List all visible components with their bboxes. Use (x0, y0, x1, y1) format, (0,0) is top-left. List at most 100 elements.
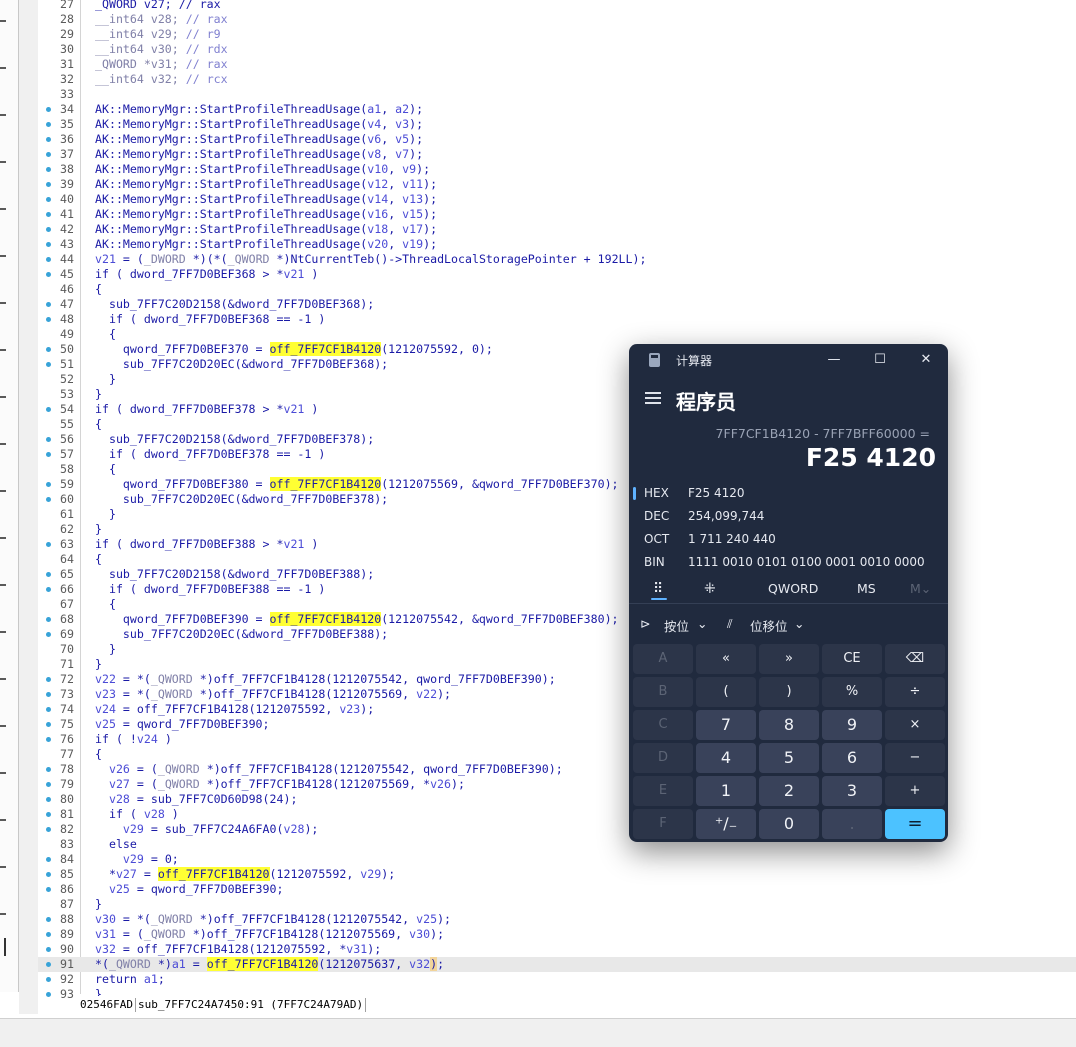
code-text: } (95, 372, 116, 386)
code-text: AK::MemoryMgr::StartProfileThreadUsage(v… (95, 207, 438, 221)
add-key[interactable]: + (885, 776, 945, 806)
code-line[interactable]: 38 AK::MemoryMgr::StartProfileThreadUsage… (38, 162, 1076, 177)
bit-toggle-keypad-icon[interactable]: ⁜ (704, 581, 716, 597)
code-line[interactable]: 46 { (38, 282, 1076, 297)
code-line[interactable]: 42 AK::MemoryMgr::StartProfileThreadUsage… (38, 222, 1076, 237)
clear-entry-key[interactable]: CE (822, 644, 882, 674)
line-number: 68 (60, 612, 74, 626)
code-line[interactable]: 28 __int64 v28; // rax (38, 12, 1076, 27)
code-line[interactable]: 40 AK::MemoryMgr::StartProfileThreadUsage… (38, 192, 1076, 207)
backspace-key[interactable]: ⌫ (885, 644, 945, 674)
code-text: sub_7FF7C20D2158(&dword_7FF7D0BEF388); (95, 567, 375, 581)
key-2[interactable]: 2 (759, 776, 819, 806)
calculator-window[interactable]: 计算器 — ☐ ✕ 程序员 7FF7CF1B4120 - 7FF7BFF6000… (629, 344, 948, 842)
key-7[interactable]: 7 (696, 710, 756, 740)
code-line[interactable]: 34 AK::MemoryMgr::StartProfileThreadUsage… (38, 102, 1076, 117)
radix-row-dec[interactable]: DEC 254,099,744 (629, 505, 948, 528)
key-5[interactable]: 5 (759, 743, 819, 773)
close-button[interactable]: ✕ (911, 348, 941, 372)
minimize-button[interactable]: — (819, 348, 849, 372)
code-line[interactable]: 31 _QWORD *v31; // rax (38, 57, 1076, 72)
radix-row-hex[interactable]: HEX F25 4120 (629, 482, 948, 505)
negate-key[interactable]: ⁺∕₋ (696, 809, 756, 839)
equals-key[interactable]: = (885, 809, 945, 839)
key-f[interactable]: F (633, 809, 693, 839)
code-line[interactable]: 36 AK::MemoryMgr::StartProfileThreadUsage… (38, 132, 1076, 147)
code-line[interactable]: 43 AK::MemoryMgr::StartProfileThreadUsage… (38, 237, 1076, 252)
code-text: } (95, 522, 102, 536)
code-line[interactable]: 86 v25 = qword_7FF7D0BEF390; (38, 882, 1076, 897)
line-number: 80 (60, 792, 74, 806)
line-number: 40 (60, 192, 74, 206)
shift-left-key[interactable]: « (696, 644, 756, 674)
code-line[interactable]: 84 v29 = 0; (38, 852, 1076, 867)
code-text: *v27 = off_7FF7CF1B4120(1212075592, v29)… (95, 867, 396, 881)
code-text: if ( dword_7FF7D0BEF378 == -1 ) (95, 447, 326, 461)
key-8[interactable]: 8 (759, 710, 819, 740)
decimal-key[interactable]: . (822, 809, 882, 839)
memory-store-button[interactable]: MS (857, 581, 876, 596)
key-3[interactable]: 3 (822, 776, 882, 806)
calculator-app-icon (649, 353, 660, 367)
key-a[interactable]: A (633, 644, 693, 674)
key-4[interactable]: 4 (696, 743, 756, 773)
subtract-key[interactable]: − (885, 743, 945, 773)
key-6[interactable]: 6 (822, 743, 882, 773)
line-number: 36 (60, 132, 74, 146)
code-line[interactable]: 29 __int64 v29; // r9 (38, 27, 1076, 42)
code-line[interactable]: 35 AK::MemoryMgr::StartProfileThreadUsage… (38, 117, 1076, 132)
shift-right-key[interactable]: » (759, 644, 819, 674)
title-bar[interactable]: 计算器 — ☐ ✕ (629, 344, 948, 376)
line-number: 52 (60, 372, 74, 386)
key-d[interactable]: D (633, 743, 693, 773)
word-size-button[interactable]: QWORD (768, 581, 818, 596)
code-line[interactable]: 30 __int64 v30; // rdx (38, 42, 1076, 57)
code-line[interactable]: 33 (38, 87, 1076, 102)
bitwise-chevron-icon: ⌄ (697, 616, 708, 631)
multiply-key[interactable]: × (885, 710, 945, 740)
bitshift-dropdown[interactable]: 位移位 (750, 616, 788, 635)
code-line[interactable]: 87} (38, 897, 1076, 912)
memory-dropdown-button[interactable]: M⌄ (910, 581, 931, 596)
key-c[interactable]: C (633, 710, 693, 740)
key-9[interactable]: 9 (822, 710, 882, 740)
code-line[interactable]: 44 v21 = (_DWORD *)(*(_QWORD *)NtCurrentT… (38, 252, 1076, 267)
code-text: v22 = *(_QWORD *)off_7FF7CF1B4128(121207… (95, 672, 556, 686)
key-b[interactable]: B (633, 677, 693, 707)
code-line[interactable]: 32 __int64 v32; // rcx (38, 72, 1076, 87)
line-number: 87 (60, 897, 74, 911)
code-line[interactable]: 47 sub_7FF7C20D2158(&dword_7FF7D0BEF368)… (38, 297, 1076, 312)
code-line[interactable]: 88 v30 = *(_QWORD *)off_7FF7CF1B4128(1212… (38, 912, 1076, 927)
code-text: qword_7FF7D0BEF380 = off_7FF7CF1B4120(12… (95, 477, 619, 491)
code-text: if ( dword_7FF7D0BEF388 > *v21 ) (95, 537, 319, 551)
code-line[interactable]: 85 *v27 = off_7FF7CF1B4120(1212075592, v… (38, 867, 1076, 882)
code-text: } (95, 657, 102, 671)
code-text: AK::MemoryMgr::StartProfileThreadUsage(a… (95, 102, 424, 116)
code-line[interactable]: 39 AK::MemoryMgr::StartProfileThreadUsage… (38, 177, 1076, 192)
code-line[interactable]: 37 AK::MemoryMgr::StartProfileThreadUsage… (38, 147, 1076, 162)
code-line[interactable]: 41 AK::MemoryMgr::StartProfileThreadUsage… (38, 207, 1076, 222)
code-line[interactable]: 45 if ( dword_7FF7D0BEF368 > *v21 ) (38, 267, 1076, 282)
full-keypad-icon[interactable]: ⠿ (653, 581, 663, 597)
modulo-key[interactable]: % (822, 677, 882, 707)
code-line[interactable]: 89 v31 = (_QWORD *)off_7FF7CF1B4128(12120… (38, 927, 1076, 942)
code-line[interactable]: 90 v32 = off_7FF7CF1B4128(1212075592, *v3… (38, 942, 1076, 957)
radix-row-bin[interactable]: BIN 1111 0010 0101 0100 0001 0010 0000 (629, 551, 948, 574)
key-e[interactable]: E (633, 776, 693, 806)
code-line[interactable]: 27 _QWORD v27; // rax (38, 0, 1076, 12)
code-line[interactable]: 48 if ( dword_7FF7D0BEF368 == -1 ) (38, 312, 1076, 327)
bitwise-dropdown[interactable]: 按位 (664, 616, 689, 635)
code-line[interactable]: 92 return a1; (38, 972, 1076, 987)
divide-key[interactable]: ÷ (885, 677, 945, 707)
code-line[interactable]: 91 *(_QWORD *)a1 = off_7FF7CF1B4120(12120… (38, 957, 1076, 972)
close-paren-key[interactable]: ) (759, 677, 819, 707)
line-number: 82 (60, 822, 74, 836)
open-paren-key[interactable]: ( (696, 677, 756, 707)
hamburger-menu-icon[interactable] (645, 392, 661, 404)
line-number: 45 (60, 267, 74, 281)
key-1[interactable]: 1 (696, 776, 756, 806)
key-0[interactable]: 0 (759, 809, 819, 839)
maximize-button[interactable]: ☐ (865, 348, 895, 372)
radix-row-oct[interactable]: OCT 1 711 240 440 (629, 528, 948, 551)
code-line[interactable]: 49 { (38, 327, 1076, 342)
